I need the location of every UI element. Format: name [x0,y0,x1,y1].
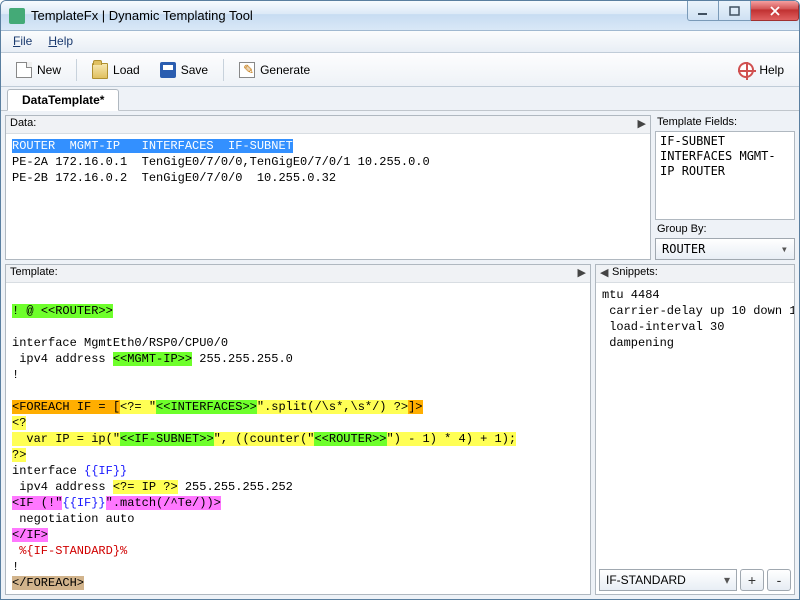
template-panel-label: Template: ▶ [6,265,590,283]
titlebar[interactable]: TemplateFx | Dynamic Templating Tool [1,1,799,31]
new-button[interactable]: New [7,57,70,83]
template-panel: Template: ▶ ! @ <<ROUTER>> interface Mgm… [5,264,591,595]
data-editor[interactable]: ROUTER MGMT-IP INTERFACES IF-SUBNET PE-2… [6,134,650,259]
snippet-line: dampening [602,336,674,350]
tab-datatemplate[interactable]: DataTemplate* [7,89,119,111]
floppy-disk-icon [160,62,176,78]
t-line: interface MgmtEth0/RSP0/CPU0/0 [12,336,228,350]
maximize-button[interactable] [719,1,751,21]
separator [76,59,77,81]
app-window: TemplateFx | Dynamic Templating Tool Fil… [0,0,800,600]
top-row: Data: ▶ ROUTER MGMT-IP INTERFACES IF-SUB… [5,115,795,260]
generate-button[interactable]: Generate [230,57,319,83]
workarea: Data: ▶ ROUTER MGMT-IP INTERFACES IF-SUB… [1,111,799,599]
t-line: var IP = ip("<<IF-SUBNET>>", ((counter("… [12,432,516,446]
help-label: Help [759,63,784,77]
new-label: New [37,63,61,77]
snippet-select[interactable]: IF-STANDARD [599,569,737,591]
collapse-left-icon[interactable]: ◀ [598,266,610,279]
new-file-icon [16,62,32,78]
folder-open-icon [92,63,108,79]
load-label: Load [113,63,140,77]
minimize-button[interactable] [687,1,719,21]
separator [223,59,224,81]
t-line: ipv4 address <?= IP ?> 255.255.255.252 [12,480,293,494]
snippet-controls: IF-STANDARD + - [596,566,794,594]
t-line: %{IF-STANDARD}% [12,544,127,558]
collapse-right-icon[interactable]: ▶ [576,266,588,279]
snippet-selected: IF-STANDARD [606,573,686,587]
t-line: ! [12,560,19,574]
data-header-row: ROUTER MGMT-IP INTERFACES IF-SUBNET [12,139,293,153]
template-editor[interactable]: ! @ <<ROUTER>> interface MgmtEth0/RSP0/C… [6,283,590,594]
lifebuoy-icon [738,62,754,78]
save-button[interactable]: Save [151,57,217,83]
template-label-text: Template: [10,266,58,278]
data-row: PE-2B 172.16.0.2 TenGigE0/7/0/0 10.255.0… [12,171,336,185]
field-item[interactable]: IF-SUBNET [660,134,725,148]
group-by-select[interactable]: ROUTER [655,238,795,260]
t-line: <FOREACH IF = [<?= "<<INTERFACES>>".spli… [12,400,423,414]
t-line: <? [12,416,26,430]
group-by-label: Group By: [655,222,795,236]
snippet-add-button[interactable]: + [740,569,764,591]
t-line: <IF (!"{{IF}}".match(/^Te/))> [12,496,221,510]
snippet-remove-button[interactable]: - [767,569,791,591]
t-line: negotiation auto [12,512,134,526]
t-line: ! @ <<ROUTER>> [12,304,113,318]
t-line: ! [12,368,19,382]
field-item[interactable]: ROUTER [682,164,725,178]
pencil-page-icon [239,62,255,78]
data-panel: Data: ▶ ROUTER MGMT-IP INTERFACES IF-SUB… [5,115,651,260]
template-fields-list[interactable]: IF-SUBNET INTERFACES MGMT-IP ROUTER [655,131,795,220]
t-line: ipv4 address <<MGMT-IP>> 255.255.255.0 [12,352,293,366]
snippets-panel-label: ◀ Snippets: [596,265,794,283]
toolbar: New Load Save Generate Help [1,53,799,87]
snippets-label-text: Snippets: [612,266,658,278]
collapse-right-icon[interactable]: ▶ [636,117,648,130]
menu-file[interactable]: File [5,31,40,52]
snippet-line: load-interval 30 [602,320,724,334]
generate-label: Generate [260,63,310,77]
data-row: PE-2A 172.16.0.1 TenGigE0/7/0/0,TenGigE0… [12,155,430,169]
data-label-text: Data: [10,117,36,129]
field-item[interactable]: INTERFACES [660,149,732,163]
t-line: </IF> [12,528,48,542]
help-button[interactable]: Help [729,57,793,83]
snippet-line: mtu 4484 [602,288,660,302]
snippets-panel: ◀ Snippets: mtu 4484 carrier-delay up 10… [595,264,795,595]
tabstrip: DataTemplate* [1,87,799,111]
window-buttons [687,1,799,30]
t-line: </FOREACH> [12,576,84,590]
snippet-line: carrier-delay up 10 down 10 [602,304,794,318]
t-line: ?> [12,448,26,462]
load-button[interactable]: Load [83,57,149,83]
t-line: interface {{IF}} [12,464,127,478]
bottom-row: Template: ▶ ! @ <<ROUTER>> interface Mgm… [5,264,795,595]
save-label: Save [181,63,208,77]
app-icon [9,8,25,24]
menu-help[interactable]: Help [40,31,81,52]
data-panel-label: Data: ▶ [6,116,650,134]
fields-sidebar: Template Fields: IF-SUBNET INTERFACES MG… [655,115,795,260]
window-title: TemplateFx | Dynamic Templating Tool [31,8,687,23]
close-button[interactable] [751,1,799,21]
group-by-value: ROUTER [662,242,705,256]
template-fields-label: Template Fields: [655,115,795,129]
menubar: File Help [1,31,799,53]
snippets-editor[interactable]: mtu 4484 carrier-delay up 10 down 10 loa… [596,283,794,566]
